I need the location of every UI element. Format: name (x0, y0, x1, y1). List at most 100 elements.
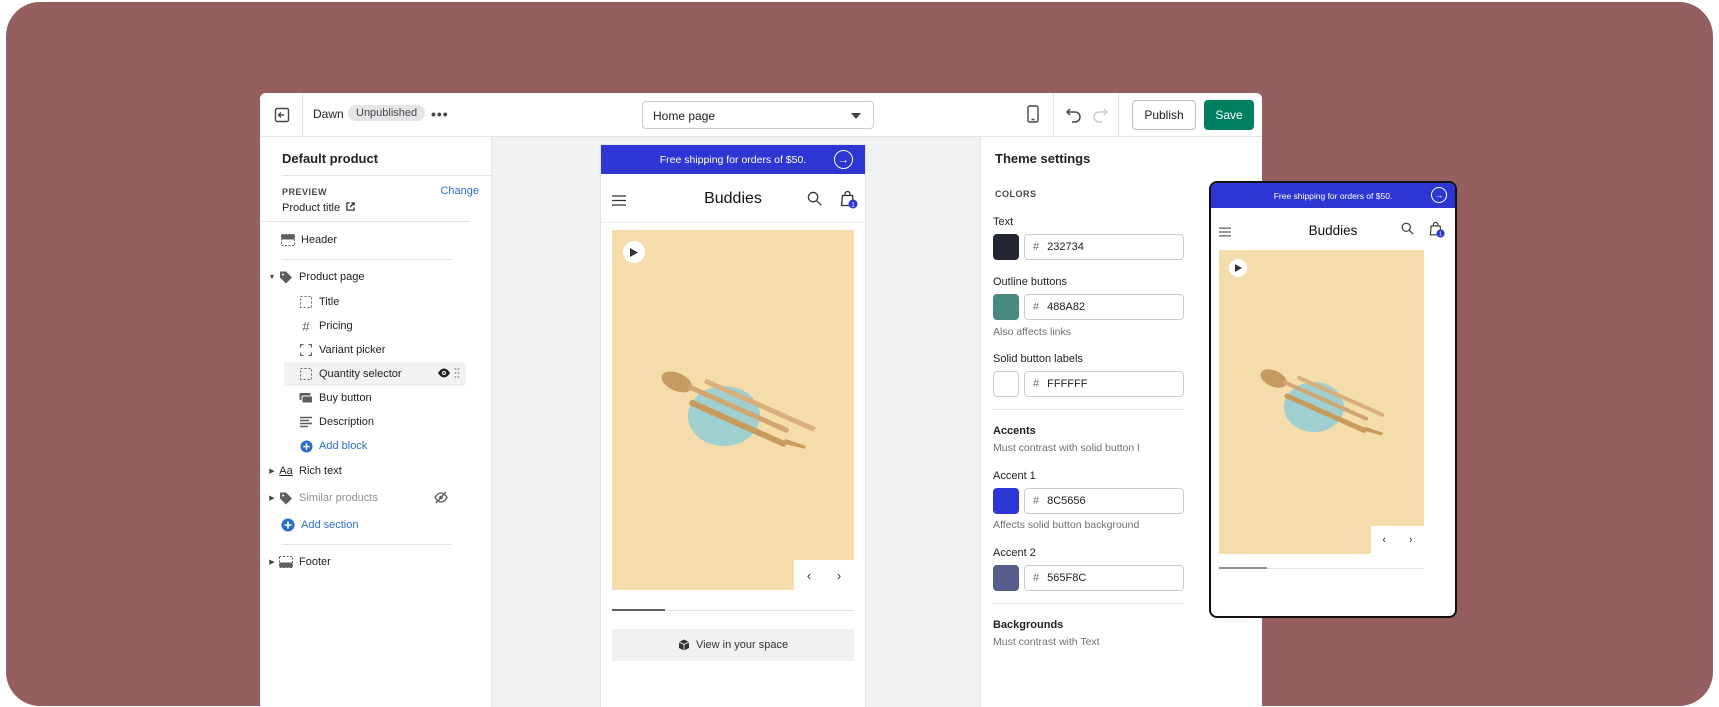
buy-button-icon (298, 391, 314, 405)
text-color-swatch[interactable] (993, 234, 1019, 260)
store-name: Buddies (1308, 223, 1358, 238)
outline-color-field[interactable]: #488A82 (1024, 294, 1184, 320)
caret-right-icon[interactable]: ▶ (266, 558, 278, 566)
caret-down-icon[interactable]: ▼ (266, 274, 278, 281)
cutlery-image (661, 371, 817, 449)
block-pricing[interactable]: # Pricing (260, 314, 492, 338)
chevron-left-icon[interactable]: ‹ (1371, 526, 1398, 554)
block-variant-picker[interactable]: Variant picker (260, 338, 492, 362)
plus-circle-icon (298, 439, 314, 453)
mobile-preview: Free shipping for orders of $50. → Buddi… (1209, 181, 1457, 618)
block-label: Pricing (319, 320, 353, 332)
section-label: Footer (299, 556, 331, 568)
block-quantity-selector[interactable]: Quantity selector (284, 362, 466, 386)
search-icon[interactable] (807, 191, 822, 211)
text-lines-icon (298, 415, 314, 429)
accent2-value: 565F8C (1047, 572, 1087, 584)
solid-label-color-field[interactable]: # FFFFFF (1024, 371, 1184, 397)
exit-icon[interactable] (270, 103, 294, 127)
view-in-space-button[interactable]: View in your space (612, 629, 854, 661)
store-preview[interactable]: Free shipping for orders of $50. → Buddi… (600, 144, 866, 707)
search-icon[interactable] (1401, 222, 1414, 240)
arrow-right-icon[interactable]: → (834, 150, 853, 169)
quantity-selector-icon (298, 367, 314, 381)
media-scrollbar-thumb[interactable] (1219, 567, 1267, 569)
eye-hidden-icon[interactable] (434, 491, 448, 507)
solid-label-color-value: FFFFFF (1047, 378, 1088, 390)
save-button[interactable]: Save (1204, 100, 1254, 130)
tag-icon (278, 270, 294, 284)
accent2-swatch[interactable] (993, 565, 1019, 591)
product-media[interactable] (1219, 250, 1424, 554)
caret-right-icon[interactable]: ▶ (266, 467, 278, 475)
drag-handle-icon[interactable] (454, 367, 460, 382)
solid-label-color-swatch[interactable] (993, 371, 1019, 397)
arrow-right-icon[interactable]: → (1431, 187, 1447, 203)
media-scrollbar-thumb[interactable] (612, 609, 665, 611)
colors-heading: COLORS (995, 189, 1037, 199)
view-in-space-label: View in your space (695, 639, 789, 651)
accent1-help-text: Affects solid button background (993, 519, 1140, 531)
status-badge: Unpublished (348, 105, 426, 121)
divider (260, 221, 470, 222)
announcement-bar[interactable]: Free shipping for orders of $50. → (1211, 183, 1455, 208)
add-section-button[interactable]: Add section (260, 513, 492, 537)
divider (282, 544, 452, 545)
cutlery-image (1260, 369, 1385, 436)
preview-product-label: Product title (282, 202, 341, 214)
block-title[interactable]: Title (260, 290, 492, 314)
backgrounds-help-text: Must contrast with Text (993, 636, 1100, 648)
chevron-right-icon[interactable]: › (1398, 526, 1425, 554)
plus-circle-icon (280, 518, 296, 532)
outline-color-swatch[interactable] (993, 294, 1019, 320)
block-label: Description (319, 416, 375, 428)
accent1-field[interactable]: #8C5656 (1024, 488, 1184, 514)
accents-help-text: Must contrast with solid button l (993, 442, 1140, 454)
panel-title: Theme settings (995, 151, 1091, 166)
more-actions-icon[interactable]: ••• (431, 106, 449, 122)
divider (993, 409, 1183, 410)
preview-change-link[interactable]: Change (440, 185, 479, 197)
block-description[interactable]: Description (260, 410, 492, 434)
top-bar: Dawn Unpublished ••• Home page Publish S… (260, 93, 1262, 137)
cart-icon[interactable]: 1 (1429, 221, 1445, 243)
rich-text-icon: Aa (279, 465, 293, 477)
cart-icon[interactable]: 1 (840, 190, 858, 214)
accents-heading: Accents (993, 425, 1036, 437)
section-label: Similar products (299, 492, 378, 504)
add-block-label: Add block (319, 440, 368, 452)
section-footer[interactable]: ▶ Footer (260, 550, 492, 574)
section-similar-products[interactable]: ▶ Similar products (260, 486, 492, 510)
block-label: Buy button (319, 392, 372, 404)
text-color-field[interactable]: #232734 (1024, 234, 1184, 260)
block-buy-button[interactable]: Buy button (260, 386, 492, 410)
solid-label-color-label: Solid button labels (993, 353, 1083, 365)
add-block-button[interactable]: Add block (260, 434, 492, 458)
undo-icon[interactable] (1065, 105, 1083, 128)
caret-right-icon[interactable]: ▶ (266, 494, 278, 502)
accent2-field[interactable]: #565F8C (1024, 565, 1184, 591)
product-media[interactable]: ‹ › (612, 230, 854, 590)
section-header[interactable]: Header (260, 228, 492, 252)
preview-product[interactable]: Product title (282, 202, 355, 214)
redo-icon[interactable] (1091, 105, 1109, 128)
section-product-page[interactable]: ▼ Product page (260, 265, 492, 289)
eye-icon[interactable] (437, 367, 451, 382)
chevron-left-icon[interactable]: ‹ (794, 560, 824, 590)
store-header: Buddies 1 (601, 174, 865, 223)
publish-button[interactable]: Publish (1132, 100, 1196, 130)
tag-icon (278, 491, 294, 505)
text-color-label: Text (993, 216, 1014, 228)
divider (282, 259, 452, 260)
store-header: Buddies 1 (1211, 208, 1455, 250)
mobile-view-icon[interactable] (1027, 105, 1039, 128)
page-select[interactable]: Home page (642, 101, 874, 129)
accent1-value: 8C5656 (1047, 495, 1086, 507)
section-rich-text[interactable]: ▶ Aa Rich text (260, 459, 492, 483)
title-block-icon (298, 295, 314, 309)
chevron-right-icon[interactable]: › (824, 560, 854, 590)
announcement-bar[interactable]: Free shipping for orders of $50. → (601, 145, 865, 174)
store-name: Buddies (704, 190, 762, 207)
accent1-swatch[interactable] (993, 488, 1019, 514)
section-label: Rich text (299, 465, 342, 477)
